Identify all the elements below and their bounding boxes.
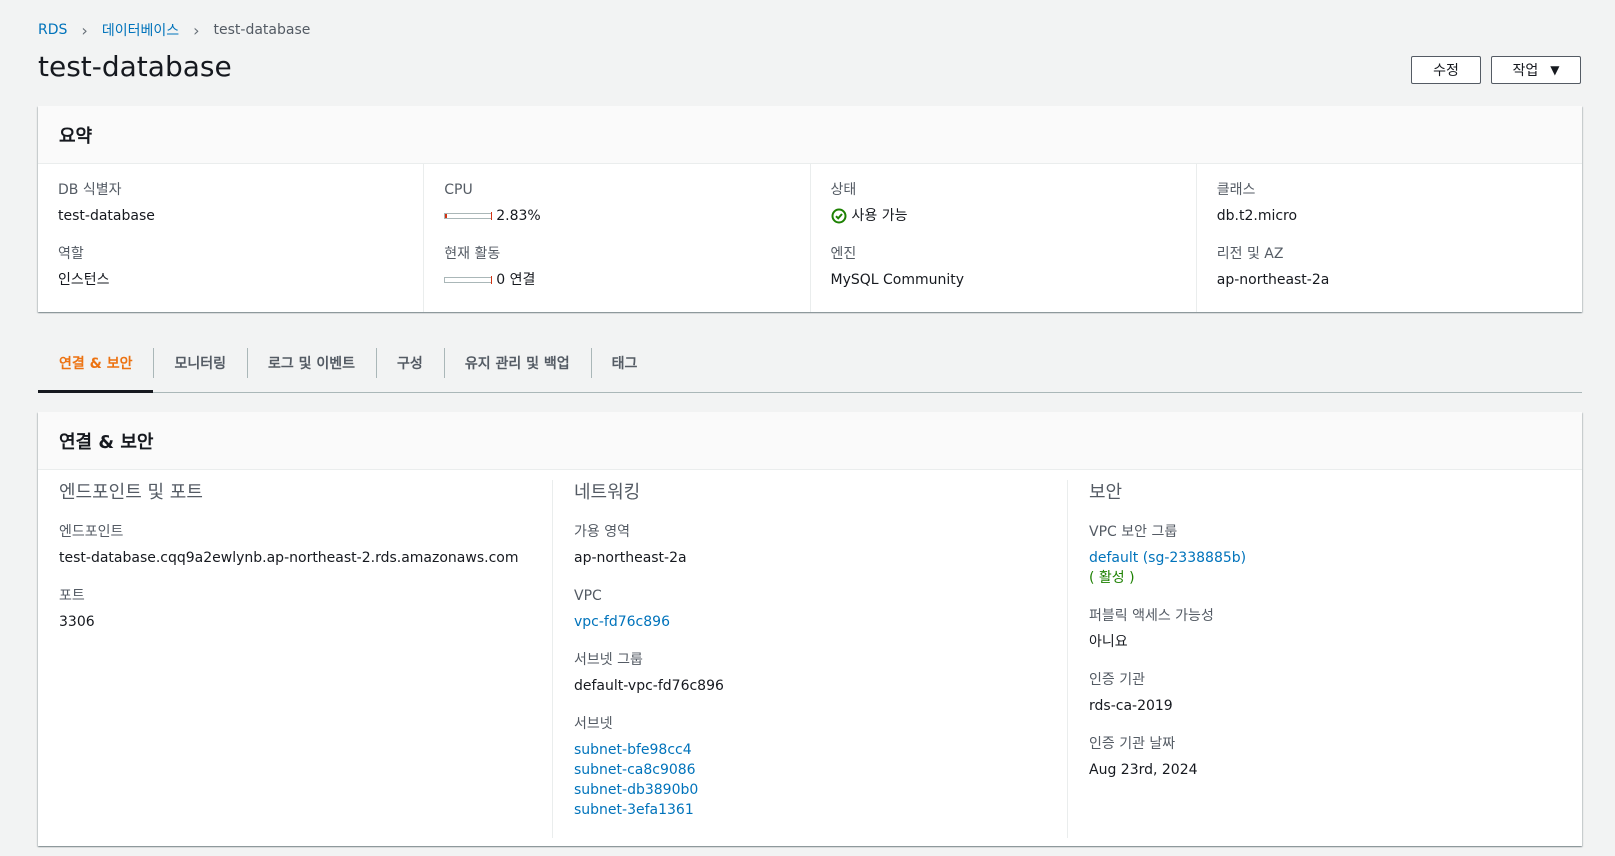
summary-col-status: 상태 사용 가능 엔진 MySQL Community: [809, 164, 1196, 312]
cpu-meter: [444, 212, 493, 220]
endpoint-label: 엔드포인트: [59, 524, 124, 540]
role-label: 역할: [58, 246, 84, 262]
vpc-sg-value: default (sg-2338885b) ( 활성 ): [1089, 548, 1561, 588]
port-value: 3306: [59, 614, 95, 630]
summary-col-class: 클래스 db.t2.micro 리전 및 AZ ap-northeast-2a: [1195, 164, 1582, 312]
cpu-value-text: 2.83%: [496, 208, 541, 224]
cpu-meter-fill: [445, 214, 447, 218]
activity-label: 현재 활동: [444, 246, 501, 262]
vpc-link[interactable]: vpc-fd76c896: [574, 612, 1046, 632]
summary-col-cpu: CPU 2.83% 현재 활동 0 연결: [423, 164, 809, 312]
vpc-sg-label: VPC 보안 그룹: [1089, 524, 1178, 540]
activity-value: 0 연결: [444, 270, 789, 290]
caret-down-icon: ▼: [1550, 63, 1560, 77]
status-value-text: 사용 가능: [851, 208, 908, 224]
chevron-right-icon: ›: [193, 20, 200, 40]
summary-col-identifier: DB 식별자 test-database 역할 인스턴스: [38, 164, 423, 312]
subnet-link[interactable]: subnet-db3890b0: [574, 780, 1046, 800]
port-label: 포트: [59, 588, 85, 604]
subnets-list: subnet-bfe98cc4 subnet-ca8c9086 subnet-d…: [574, 740, 1046, 820]
subnet-group-label: 서브넷 그룹: [574, 652, 643, 668]
page-title: test-database: [38, 50, 232, 83]
vpc-value: vpc-fd76c896: [574, 612, 1046, 632]
tab-logs-events[interactable]: 로그 및 이벤트: [247, 340, 376, 392]
tab-label: 연결 & 보안: [59, 356, 133, 372]
subnet-link[interactable]: subnet-3efa1361: [574, 800, 1046, 820]
public-access-label: 퍼블릭 액세스 가능성: [1089, 608, 1214, 624]
activity-value-text: 0 연결: [496, 272, 536, 288]
tab-tags[interactable]: 태그: [590, 340, 659, 392]
endpoint-value: test-database.cqq9a2ewlynb.ap-northeast-…: [59, 550, 519, 566]
public-access-value: 아니요: [1089, 634, 1128, 650]
security-column: 보안 VPC 보안 그룹 default (sg-2338885b) ( 활성 …: [1067, 480, 1582, 838]
connectivity-panel: 연결 & 보안 엔드포인트 및 포트 엔드포인트 test-database.c…: [38, 412, 1582, 846]
ca-date-value: Aug 23rd, 2024: [1089, 762, 1198, 778]
tab-label: 유지 관리 및 백업: [464, 356, 570, 372]
cpu-label: CPU: [444, 182, 473, 198]
subnet-group-value: default-vpc-fd76c896: [574, 678, 724, 694]
engine-value: MySQL Community: [830, 272, 965, 288]
endpoint-port-title: 엔드포인트 및 포트: [59, 482, 203, 503]
class-value: db.t2.micro: [1216, 208, 1298, 224]
az-label: 가용 영역: [574, 524, 630, 540]
chevron-right-icon: ›: [81, 20, 88, 40]
actions-button[interactable]: 작업 ▼: [1491, 56, 1581, 84]
role-value: 인스턴스: [58, 272, 110, 288]
summary-panel: 요약 DB 식별자 test-database 역할 인스턴스 CPU 2.83…: [38, 106, 1582, 312]
vpc-label: VPC: [574, 588, 602, 604]
status-label: 상태: [830, 182, 857, 198]
networking-title: 네트워킹: [574, 482, 641, 503]
tab-bar: 연결 & 보안 모니터링 로그 및 이벤트 구성 유지 관리 및 백업 태그: [38, 340, 1582, 393]
edit-button-label: 수정: [1433, 63, 1459, 79]
subnet-link[interactable]: subnet-ca8c9086: [574, 760, 1046, 780]
region-label: 리전 및 AZ: [1216, 246, 1284, 262]
connectivity-grid: 엔드포인트 및 포트 엔드포인트 test-database.cqq9a2ewl…: [38, 470, 1582, 838]
endpoint-port-column: 엔드포인트 및 포트 엔드포인트 test-database.cqq9a2ewl…: [38, 480, 552, 838]
ca-value: rds-ca-2019: [1089, 698, 1173, 714]
connectivity-header: 연결 & 보안: [38, 412, 1582, 470]
security-group-status: ( 활성 ): [1089, 570, 1135, 586]
db-identifier-value: test-database: [58, 208, 155, 224]
networking-column: 네트워킹 가용 영역 ap-northeast-2a VPC vpc-fd76c…: [552, 480, 1067, 838]
tab-label: 태그: [611, 356, 638, 372]
tab-maintenance-backup[interactable]: 유지 관리 및 백업: [443, 340, 591, 392]
cpu-value: 2.83%: [444, 206, 789, 226]
tab-label: 로그 및 이벤트: [268, 356, 356, 372]
az-value: ap-northeast-2a: [574, 550, 687, 566]
tab-label: 모니터링: [174, 356, 227, 372]
engine-label: 엔진: [830, 246, 857, 262]
actions-button-label: 작업: [1512, 63, 1539, 79]
subnet-link[interactable]: subnet-bfe98cc4: [574, 740, 1046, 760]
summary-header: 요약: [38, 106, 1582, 164]
subnets-label: 서브넷: [574, 716, 613, 732]
check-circle-icon: [831, 208, 846, 224]
security-group-link[interactable]: default (sg-2338885b): [1089, 548, 1561, 568]
breadcrumb-databases[interactable]: 데이터베이스: [102, 20, 179, 40]
security-title: 보안: [1089, 482, 1123, 503]
breadcrumb: RDS › 데이터베이스 › test-database: [38, 20, 310, 40]
db-identifier-label: DB 식별자: [58, 182, 122, 198]
status-value: 사용 가능: [831, 206, 1176, 226]
tab-configuration[interactable]: 구성: [376, 340, 444, 392]
tab-label: 구성: [397, 356, 423, 372]
breadcrumb-rds[interactable]: RDS: [38, 22, 67, 38]
class-label: 클래스: [1216, 182, 1256, 198]
summary-grid: DB 식별자 test-database 역할 인스턴스 CPU 2.83% 현…: [38, 164, 1582, 312]
activity-meter: [444, 276, 493, 284]
ca-label: 인증 기관: [1089, 672, 1145, 688]
tab-monitoring[interactable]: 모니터링: [153, 340, 247, 392]
ca-date-label: 인증 기관 날짜: [1089, 736, 1176, 752]
breadcrumb-current: test-database: [213, 22, 311, 38]
edit-button[interactable]: 수정: [1411, 56, 1481, 84]
region-value: ap-northeast-2a: [1216, 272, 1330, 288]
tab-connectivity-security[interactable]: 연결 & 보안: [38, 340, 154, 393]
